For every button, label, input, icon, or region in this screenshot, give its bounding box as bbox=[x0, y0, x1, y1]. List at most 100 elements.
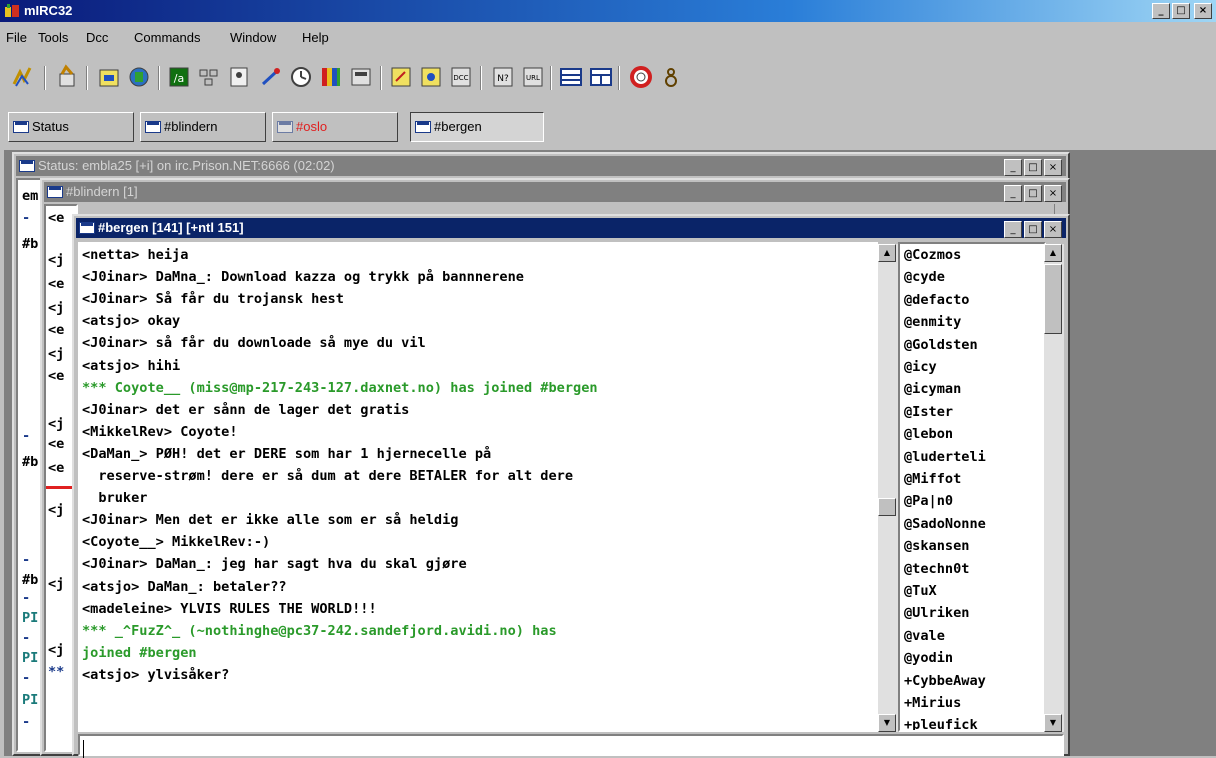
nick-item[interactable]: @Miffot bbox=[904, 468, 961, 490]
notify-icon[interactable] bbox=[348, 64, 374, 90]
status-line: PI bbox=[22, 650, 39, 666]
menu-window[interactable]: Window bbox=[230, 30, 276, 45]
nick-item[interactable]: +Mirius bbox=[904, 692, 961, 714]
scroll-down-arrow-icon[interactable]: ▼ bbox=[878, 714, 896, 732]
status-line: - bbox=[22, 552, 31, 568]
status-window-titlebar[interactable]: Status: embla25 [+i] on irc.Prison.NET:6… bbox=[16, 156, 1066, 176]
nick-item[interactable]: @enmity bbox=[904, 311, 961, 333]
channel-window-icon bbox=[79, 222, 95, 234]
connect-icon[interactable] bbox=[10, 64, 36, 90]
bergen-window[interactable]: #bergen [141] [+ntl 151] _ □ × <netta> h… bbox=[72, 214, 1070, 758]
dcc-options-icon[interactable]: DCC bbox=[448, 64, 474, 90]
help-icon[interactable] bbox=[628, 64, 654, 90]
channel-window-icon bbox=[145, 120, 161, 133]
chat-message: <J0inar> DaMna_: Download kazza og trykk… bbox=[82, 269, 524, 286]
menu-tools[interactable]: Tools bbox=[38, 30, 68, 45]
maximize-button[interactable]: □ bbox=[1024, 185, 1042, 202]
nick-item[interactable]: @TuX bbox=[904, 580, 937, 602]
message-input[interactable] bbox=[78, 734, 1064, 758]
about-icon[interactable]: N? bbox=[490, 64, 516, 90]
blindern-window-titlebar[interactable]: #blindern [1] _ □ × bbox=[44, 182, 1066, 202]
cascade-icon[interactable] bbox=[588, 64, 614, 90]
nick-item[interactable]: @Cozmos bbox=[904, 244, 961, 266]
nick-item[interactable]: +CybbeAway bbox=[904, 670, 986, 692]
nick-item[interactable]: @Ulriken bbox=[904, 602, 969, 624]
timer-icon[interactable] bbox=[288, 64, 314, 90]
switch-bergen-label: #bergen bbox=[434, 119, 482, 134]
blindern-line: <j bbox=[48, 642, 65, 658]
blindern-line: <e bbox=[48, 368, 65, 384]
close-button[interactable]: × bbox=[1044, 221, 1062, 238]
maximize-button[interactable]: □ bbox=[1172, 3, 1190, 19]
nick-item[interactable]: @Pa|n0 bbox=[904, 490, 953, 512]
switch-oslo[interactable]: #oslo bbox=[272, 112, 398, 142]
nick-item[interactable]: @lebon bbox=[904, 423, 953, 445]
nick-list-scrollbar[interactable]: ▲ ▼ bbox=[1044, 244, 1064, 732]
minimize-button[interactable]: _ bbox=[1004, 185, 1022, 202]
nick-item[interactable]: @vale bbox=[904, 625, 945, 647]
nick-item[interactable]: @yodin bbox=[904, 647, 953, 669]
switch-oslo-label: #oslo bbox=[296, 119, 328, 134]
close-button[interactable]: × bbox=[1044, 185, 1062, 202]
menu-help[interactable]: Help bbox=[302, 30, 329, 45]
dcc-chat-icon[interactable] bbox=[418, 64, 444, 90]
nick-item[interactable]: @icyman bbox=[904, 378, 961, 400]
url-list-icon[interactable]: URL bbox=[520, 64, 546, 90]
maximize-button[interactable]: □ bbox=[1024, 221, 1042, 238]
chat-message: reserve-strøm! dere er så dum at dere BE… bbox=[82, 468, 574, 484]
scroll-up-arrow-icon[interactable]: ▲ bbox=[1044, 244, 1062, 262]
nick-item[interactable]: @Goldsten bbox=[904, 334, 978, 356]
nick-item[interactable]: @SadoNonne bbox=[904, 513, 986, 535]
chat-message: <atsjo> DaMan_: betaler?? bbox=[82, 578, 287, 595]
menu-file[interactable]: File bbox=[6, 30, 27, 45]
scroll-thumb[interactable] bbox=[1044, 264, 1062, 334]
message-scrollbar[interactable]: ▲ ▼ bbox=[878, 244, 898, 732]
bergen-window-titlebar[interactable]: #bergen [141] [+ntl 151] _ □ × bbox=[76, 218, 1066, 238]
minimize-button[interactable]: _ bbox=[1004, 159, 1022, 176]
nick-item[interactable]: @defacto bbox=[904, 289, 969, 311]
colors-icon[interactable] bbox=[318, 64, 344, 90]
menu-dcc[interactable]: Dcc bbox=[86, 30, 108, 45]
scripts-editor-icon[interactable]: /a bbox=[166, 64, 192, 90]
minimize-button[interactable]: _ bbox=[1004, 221, 1022, 238]
status-window-icon bbox=[19, 160, 35, 172]
nick-item[interactable]: +pleufick bbox=[904, 714, 978, 730]
switch-blindern[interactable]: #blindern bbox=[140, 112, 266, 142]
menu-bar: File Tools Dcc Commands Window Help bbox=[0, 30, 900, 50]
dcc-send-icon[interactable] bbox=[388, 64, 414, 90]
address-book-icon[interactable] bbox=[226, 64, 252, 90]
nick-item[interactable]: @icy bbox=[904, 356, 937, 378]
channel-window-icon bbox=[277, 120, 293, 133]
user-icon[interactable] bbox=[658, 64, 684, 90]
tile-icon[interactable] bbox=[558, 64, 584, 90]
nick-item[interactable]: @Ister bbox=[904, 401, 953, 423]
nick-item[interactable]: @cyde bbox=[904, 266, 945, 288]
options-icon[interactable] bbox=[54, 64, 80, 90]
channels-folder-icon[interactable] bbox=[96, 64, 122, 90]
scroll-up-arrow-icon[interactable]: ▲ bbox=[878, 244, 896, 262]
status-line: #b bbox=[22, 572, 39, 588]
bergen-message-pane[interactable]: <netta> heija <J0inar> DaMna_: Download k… bbox=[78, 242, 878, 732]
remote-icon[interactable] bbox=[196, 64, 222, 90]
status-line: - bbox=[22, 210, 31, 226]
chat-message: <J0inar> Så får du trojansk hest bbox=[82, 291, 344, 308]
toolbar-separator bbox=[480, 66, 482, 90]
close-button[interactable]: × bbox=[1044, 159, 1062, 176]
blindern-line: <j bbox=[48, 300, 65, 316]
minimize-button[interactable]: _ bbox=[1152, 3, 1170, 19]
ping-icon[interactable] bbox=[258, 64, 284, 90]
switch-status[interactable]: Status bbox=[8, 112, 134, 142]
nick-item[interactable]: @skansen bbox=[904, 535, 969, 557]
nick-list[interactable]: @Cozmos @cyde @defacto @enmity @Goldsten @icy… bbox=[898, 242, 1046, 732]
nick-item[interactable]: @luderteli bbox=[904, 446, 986, 468]
maximize-button[interactable]: □ bbox=[1024, 159, 1042, 176]
toolbar-separator bbox=[158, 66, 160, 90]
menu-commands[interactable]: Commands bbox=[134, 30, 200, 45]
server-list-icon[interactable] bbox=[126, 64, 152, 90]
scroll-thumb[interactable] bbox=[878, 498, 896, 516]
app-title: mIRC32 bbox=[24, 3, 73, 18]
scroll-down-arrow-icon[interactable]: ▼ bbox=[1044, 714, 1062, 732]
close-button[interactable]: × bbox=[1194, 3, 1212, 19]
nick-item[interactable]: @techn0t bbox=[904, 558, 969, 580]
switch-bergen[interactable]: #bergen bbox=[410, 112, 544, 142]
